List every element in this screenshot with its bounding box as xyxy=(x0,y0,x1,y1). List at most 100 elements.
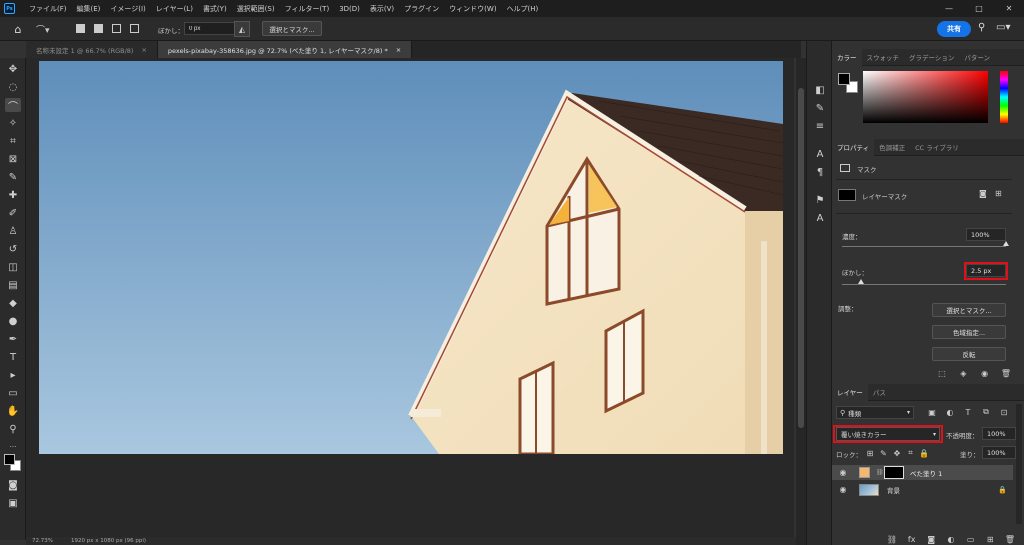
tab-adjustments[interactable]: 色調補正 xyxy=(874,139,910,156)
scroll-thumb[interactable] xyxy=(798,88,804,428)
brush-settings-icon[interactable]: ✎ xyxy=(813,101,827,115)
layer-mask-thumbnail[interactable] xyxy=(838,189,856,201)
intersect-selection-icon[interactable] xyxy=(130,24,139,35)
menu-filter[interactable]: フィルター(T) xyxy=(280,4,335,14)
character-panel-icon[interactable]: A xyxy=(813,147,827,161)
add-mask-icon[interactable]: ◙ xyxy=(925,533,937,545)
frame-tool-icon[interactable]: ⊠ xyxy=(5,152,21,166)
photoshop-logo-icon[interactable]: Ps xyxy=(4,3,15,14)
menu-type[interactable]: 書式(Y) xyxy=(198,4,232,14)
trash-icon[interactable]: 🗑 xyxy=(1004,533,1016,545)
workspace-icon[interactable]: ▭▾ xyxy=(996,22,1010,36)
lock-image-icon[interactable]: ✎ xyxy=(878,447,890,459)
invert-button[interactable]: 反転 xyxy=(932,347,1006,361)
filter-shape-icon[interactable]: ⧉ xyxy=(980,406,992,418)
eraser-tool-icon[interactable]: ◫ xyxy=(5,260,21,274)
density-input[interactable]: 100% xyxy=(966,228,1006,241)
foreground-color-swatch[interactable] xyxy=(4,454,15,465)
load-selection-icon[interactable]: ⬚ xyxy=(936,367,948,379)
filter-type-icon[interactable]: T xyxy=(962,406,974,418)
menu-layer[interactable]: レイヤー(L) xyxy=(151,4,198,14)
document-image[interactable] xyxy=(39,61,783,454)
menu-view[interactable]: 表示(V) xyxy=(365,4,399,14)
delete-mask-icon[interactable]: 🗑 xyxy=(1000,367,1012,379)
marquee-tool-icon[interactable]: ◌ xyxy=(5,80,21,94)
close-tab-icon[interactable]: × xyxy=(396,46,401,54)
layer-row-fill[interactable]: ◉ ⛓ べた塗り 1 xyxy=(832,465,1013,480)
new-group-icon[interactable]: ▭ xyxy=(965,533,977,545)
fg-swatch[interactable] xyxy=(838,73,850,85)
quick-mask-icon[interactable]: ◙ xyxy=(5,478,21,492)
lasso-tool-icon[interactable]: ⌒ xyxy=(5,98,21,113)
maximize-button[interactable]: □ xyxy=(964,0,994,17)
history-panel-icon[interactable]: ◧ xyxy=(813,83,827,97)
layers-scrollbar[interactable] xyxy=(1016,404,1022,524)
character-styles-icon[interactable]: A xyxy=(813,211,827,225)
menu-image[interactable]: イメージ(I) xyxy=(105,4,150,14)
adjustment-layer-icon[interactable]: ◐ xyxy=(945,533,957,545)
lock-all-icon[interactable]: 🔒 xyxy=(918,447,930,459)
brush-tool-icon[interactable]: ✐ xyxy=(5,206,21,220)
menu-window[interactable]: ウィンドウ(W) xyxy=(444,4,501,14)
opacity-input[interactable]: 100% xyxy=(982,427,1016,440)
tab-untitled[interactable]: 名称未設定 1 @ 66.7% (RGB/8) × xyxy=(26,41,158,58)
menu-file[interactable]: ファイル(F) xyxy=(24,4,72,14)
healing-brush-tool-icon[interactable]: ✚ xyxy=(5,188,21,202)
eyedropper-tool-icon[interactable]: ✎ xyxy=(5,170,21,184)
lock-position-icon[interactable]: ✥ xyxy=(891,447,903,459)
hand-tool-icon[interactable]: ✋ xyxy=(5,404,21,418)
close-tab-icon[interactable]: × xyxy=(141,46,146,54)
fx-icon[interactable]: fx xyxy=(906,533,918,545)
clone-stamp-tool-icon[interactable]: ♙ xyxy=(5,224,21,238)
visibility-icon[interactable]: ◉ xyxy=(979,367,991,379)
feather-slider-thumb[interactable] xyxy=(857,279,864,284)
zoom-level[interactable]: 72.73% xyxy=(32,538,53,544)
subtract-selection-icon[interactable] xyxy=(112,24,121,35)
density-slider[interactable] xyxy=(842,246,1006,247)
lock-transparent-icon[interactable]: ⊞ xyxy=(864,447,876,459)
more-tools-icon[interactable]: ··· xyxy=(5,440,21,454)
home-icon[interactable]: ⌂ xyxy=(10,22,26,36)
glyphs-icon[interactable]: ⚑ xyxy=(813,193,827,207)
new-layer-icon[interactable]: ⊞ xyxy=(984,533,996,545)
rectangle-tool-icon[interactable]: ▭ xyxy=(5,386,21,400)
color-range-button[interactable]: 色域指定... xyxy=(932,325,1006,339)
dodge-tool-icon[interactable]: ● xyxy=(5,314,21,328)
lock-artboard-icon[interactable]: ⌗ xyxy=(905,447,917,459)
eye-icon[interactable]: ◉ xyxy=(836,485,850,494)
color-picker-field[interactable] xyxy=(863,71,988,123)
menu-3d[interactable]: 3D(D) xyxy=(334,5,365,13)
link-icon[interactable]: ⛓ xyxy=(876,469,884,476)
screen-mode-icon[interactable]: ▣ xyxy=(5,496,21,510)
crop-tool-icon[interactable]: ⌗ xyxy=(5,134,21,148)
type-tool-icon[interactable]: T xyxy=(5,350,21,364)
menu-edit[interactable]: 編集(E) xyxy=(72,4,106,14)
link-layers-icon[interactable]: ⛓ xyxy=(886,533,898,545)
menu-plugins[interactable]: プラグイン xyxy=(399,4,444,14)
adjustments-icon[interactable]: ≡ xyxy=(813,119,827,133)
tab-layers[interactable]: レイヤー xyxy=(832,383,868,401)
density-slider-thumb[interactable] xyxy=(1003,241,1009,246)
zoom-tool-icon[interactable]: ⚲ xyxy=(5,422,21,436)
close-window-button[interactable]: ✕ xyxy=(994,0,1024,17)
lasso-tool-preset-icon[interactable]: ⌒▾ xyxy=(36,23,58,36)
paragraph-panel-icon[interactable]: ¶ xyxy=(813,165,827,179)
object-select-tool-icon[interactable]: ✧ xyxy=(5,116,21,130)
eye-icon[interactable]: ◉ xyxy=(836,468,850,477)
filter-smart-icon[interactable]: ⊡ xyxy=(998,406,1010,418)
tab-swatches[interactable]: スウォッチ xyxy=(862,49,905,66)
tab-cc-libraries[interactable]: CC ライブラリ xyxy=(910,139,964,156)
add-selection-icon[interactable] xyxy=(94,24,103,35)
tab-color[interactable]: カラー xyxy=(832,48,862,66)
blur-tool-icon[interactable]: ◆ xyxy=(5,296,21,310)
gradient-tool-icon[interactable]: ▤ xyxy=(5,278,21,292)
tab-pexels-image[interactable]: pexels-pixabay-358636.jpg @ 72.7% (べた塗り … xyxy=(157,41,413,58)
anti-alias-icon[interactable]: ◭ xyxy=(234,21,250,37)
color-swatches[interactable] xyxy=(4,454,22,472)
hue-slider[interactable] xyxy=(1000,71,1008,123)
tab-patterns[interactable]: パターン xyxy=(959,49,995,66)
menu-select[interactable]: 選択範囲(S) xyxy=(232,4,280,14)
add-vector-mask-icon[interactable]: ⊞ xyxy=(995,189,1007,201)
panel-color-swatches[interactable] xyxy=(838,73,860,95)
tab-gradients[interactable]: グラデーション xyxy=(904,49,959,66)
